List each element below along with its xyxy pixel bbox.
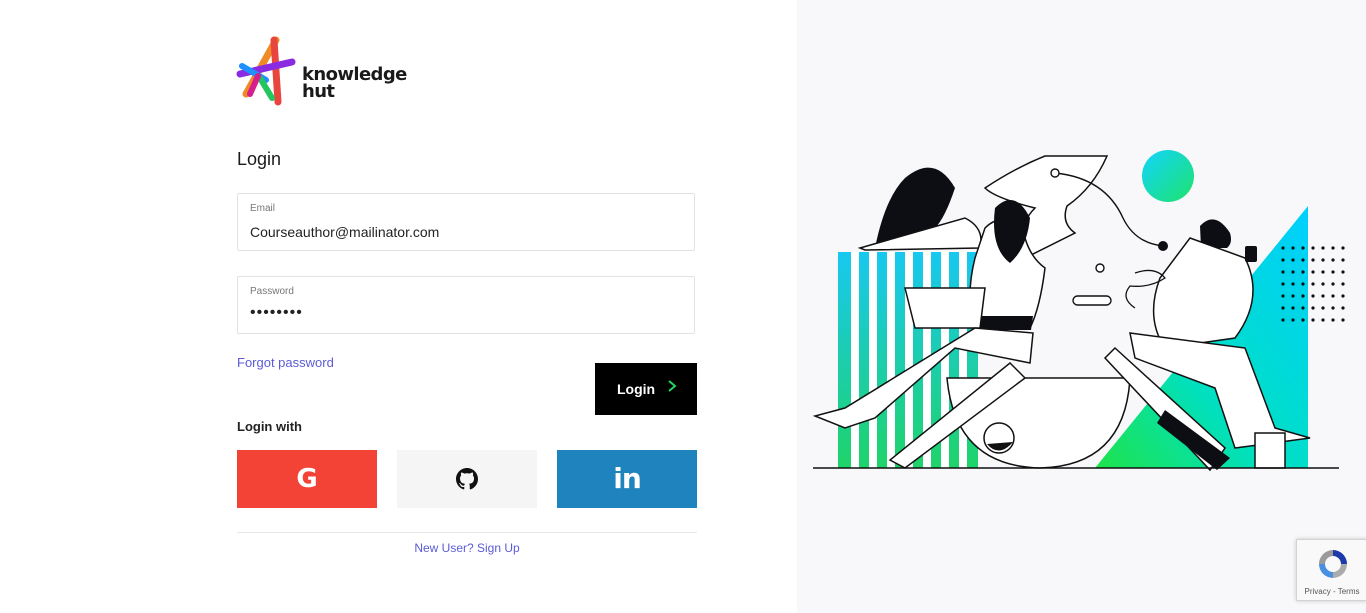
linkedin-login-button[interactable]: in bbox=[557, 450, 697, 508]
brand-logo[interactable]: knowledge hut bbox=[236, 36, 407, 108]
brand-name: knowledge hut bbox=[302, 66, 407, 102]
password-field[interactable]: Password •••••••• bbox=[237, 276, 695, 334]
forgot-password-link[interactable]: Forgot password bbox=[237, 355, 334, 370]
brand-name-line2: hut bbox=[302, 81, 335, 102]
page-title: Login bbox=[237, 149, 282, 169]
people-working-illustration bbox=[812, 150, 1345, 472]
password-input[interactable]: •••••••• bbox=[250, 304, 680, 322]
github-icon bbox=[456, 468, 478, 490]
login-panel: knowledge hut Login Email Password •••••… bbox=[0, 0, 797, 613]
divider bbox=[237, 532, 697, 533]
linkedin-icon: in bbox=[613, 462, 642, 495]
password-label: Password bbox=[250, 286, 294, 297]
recaptcha-terms-text[interactable]: Privacy - Terms bbox=[1297, 587, 1366, 596]
recaptcha-badge[interactable]: Privacy - Terms bbox=[1296, 539, 1366, 601]
google-login-button[interactable]: G bbox=[237, 450, 377, 508]
signup-link[interactable]: New User? Sign Up bbox=[237, 541, 697, 555]
login-button-label: Login bbox=[617, 381, 656, 397]
login-with-heading: Login with bbox=[237, 419, 302, 434]
google-icon: G bbox=[296, 464, 318, 494]
github-login-button[interactable] bbox=[397, 450, 537, 508]
chevron-right-icon bbox=[667, 379, 677, 398]
email-label: Email bbox=[250, 203, 276, 214]
email-field[interactable]: Email bbox=[237, 193, 695, 251]
email-input[interactable] bbox=[250, 224, 680, 240]
knowledgehut-star-logo-icon bbox=[236, 36, 296, 106]
login-button[interactable]: Login bbox=[595, 363, 697, 415]
recaptcha-icon bbox=[1319, 550, 1347, 578]
